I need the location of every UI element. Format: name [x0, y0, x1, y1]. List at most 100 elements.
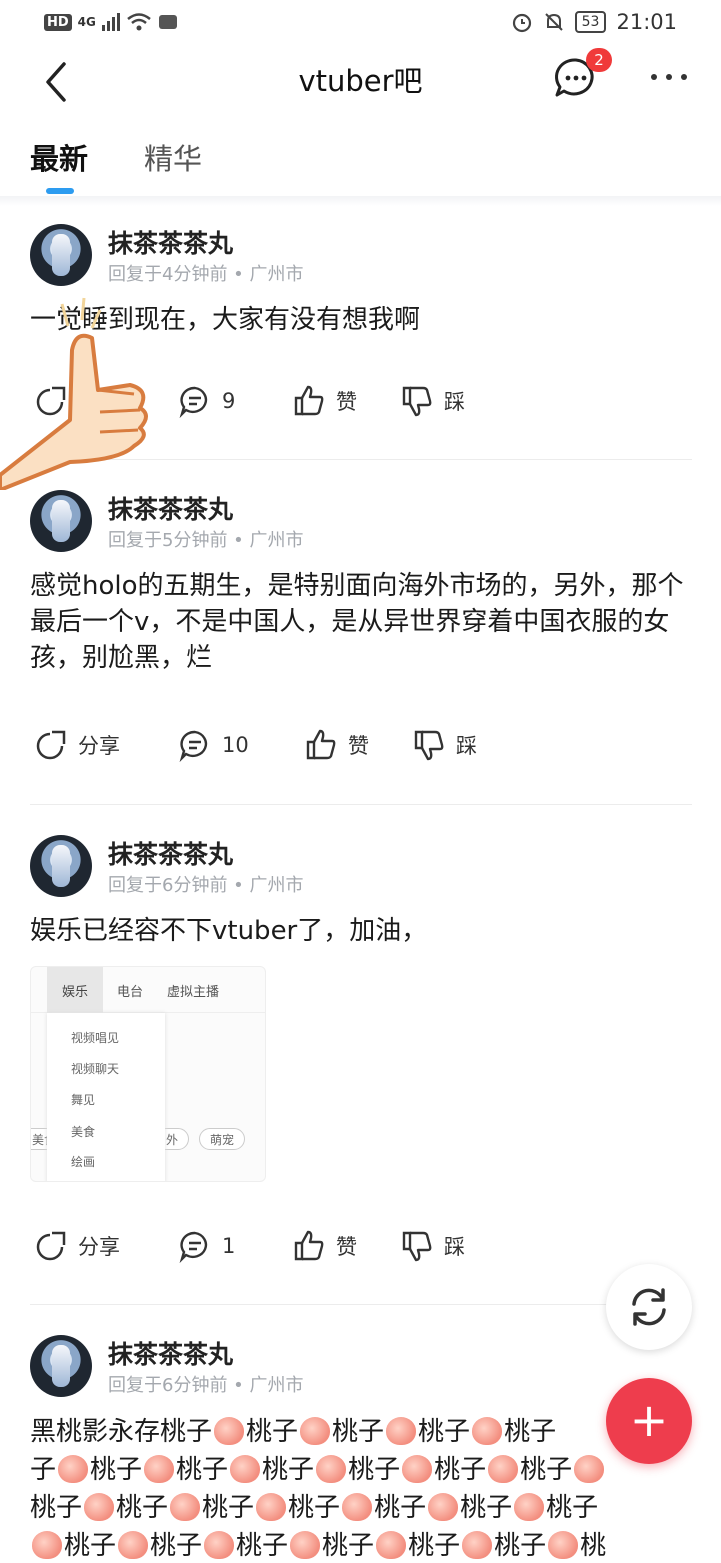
post-text-fragment: 桃子	[494, 1531, 547, 1561]
post-text-fragment: 黑桃影永存桃子	[30, 1417, 213, 1447]
username[interactable]: 抹茶茶茶丸	[108, 224, 233, 260]
mute-bell-icon	[544, 13, 563, 31]
peach-emoji-icon	[574, 1455, 605, 1483]
image-tabs: 娱乐 电台 虚拟主播	[31, 967, 265, 1015]
dislike-button[interactable]: 踩	[400, 384, 465, 418]
status-bar: HD 4G 53 21:01	[0, 0, 721, 50]
post-text-line: 黑桃影永存桃子 桃子 桃子 桃子 桃子	[30, 1413, 698, 1451]
comment-count: 1	[222, 1234, 236, 1258]
avatar[interactable]	[30, 224, 92, 286]
post-text-fragment: 桃子	[176, 1455, 229, 1485]
post-text-line: 子 桃子 桃子 桃子 桃子 桃子 桃子	[30, 1451, 698, 1489]
like-label: 赞	[336, 390, 357, 414]
signal-icon	[101, 13, 120, 31]
image-menu-item: 舞见	[71, 1093, 96, 1107]
peach-emoji-icon	[488, 1455, 519, 1483]
peach-emoji-icon	[300, 1417, 331, 1445]
post-actions: 分享 10 赞 踩	[0, 728, 721, 772]
username[interactable]: 抹茶茶茶丸	[108, 835, 233, 871]
thumbs-up-icon	[306, 729, 336, 760]
post-text-fragment: 子	[30, 1455, 57, 1485]
page-title: vtuber吧	[298, 64, 423, 98]
peach-emoji-icon	[386, 1417, 417, 1445]
post-text: 感觉holo的五期生，是特别面向海外市场的，另外，那个最后一个v，不是中国人，是…	[30, 571, 684, 673]
compose-button[interactable]: +	[606, 1378, 692, 1464]
tab-bar: 最新 精华	[0, 136, 721, 196]
battery-indicator: 53	[574, 11, 607, 33]
comment-button[interactable]: 1	[178, 1229, 235, 1263]
clock: 21:01	[616, 10, 677, 34]
username[interactable]: 抹茶茶茶丸	[108, 490, 233, 526]
more-dots-icon[interactable]	[651, 64, 695, 90]
comment-button[interactable]: 10	[178, 728, 249, 762]
wifi-icon	[127, 13, 151, 31]
like-button[interactable]: 赞	[292, 384, 357, 418]
post-text-fragment: 桃子	[332, 1417, 385, 1447]
peach-emoji-icon	[462, 1531, 493, 1559]
image-tab: 娱乐	[47, 967, 103, 1015]
image-menu-item: 视频聊天	[71, 1062, 120, 1076]
image-menu-item: 绘画	[71, 1155, 96, 1169]
peach-emoji-icon	[84, 1493, 115, 1521]
dislike-label: 踩	[456, 734, 477, 758]
peach-emoji-icon	[214, 1417, 245, 1445]
like-button[interactable]: 赞	[304, 728, 369, 762]
message-badge: 2	[586, 48, 612, 72]
peach-emoji-icon	[118, 1531, 149, 1559]
post-image[interactable]: 娱乐 电台 虚拟主播 美食 外 萌宠 视频唱见 视频聊天 舞见 美食 绘画	[30, 966, 266, 1182]
thumbs-down-icon	[402, 1231, 432, 1262]
share-button[interactable]: 分享	[34, 1229, 120, 1263]
dislike-button[interactable]: 踩	[400, 1229, 465, 1263]
post-actions: 分享 1 赞 踩	[0, 1229, 721, 1273]
status-right: 53 21:01	[511, 10, 677, 34]
alarm-icon	[512, 13, 531, 33]
peach-emoji-icon	[230, 1455, 261, 1483]
image-menu-item: 视频唱见	[71, 1031, 120, 1045]
thumbs-up-animation-icon	[0, 297, 148, 490]
tab-shadow	[0, 196, 721, 206]
avatar[interactable]	[30, 490, 92, 552]
image-tab: 虚拟主播	[167, 985, 220, 1000]
post-text-fragment: 桃子	[418, 1417, 471, 1447]
comment-button[interactable]: 9	[178, 384, 235, 418]
thumbs-down-icon	[402, 386, 432, 417]
post-text-fragment: 桃子	[202, 1493, 255, 1523]
username[interactable]: 抹茶茶茶丸	[108, 1335, 233, 1371]
plus-icon: +	[629, 1393, 669, 1447]
tab-latest[interactable]: 最新	[30, 136, 88, 178]
network-type: 4G	[77, 15, 96, 29]
peach-emoji-icon	[316, 1455, 347, 1483]
post-text-line: 桃子 桃子 桃子 桃子 桃子 桃子 桃子	[30, 1489, 698, 1527]
post-meta: 回复于6分钟前 • 广州市	[108, 875, 304, 896]
image-tab: 电台	[117, 985, 144, 1000]
post-text-fragment: 桃子	[374, 1493, 427, 1523]
share-button[interactable]: 分享	[34, 728, 120, 762]
avatar[interactable]	[30, 1335, 92, 1397]
dislike-button[interactable]: 踩	[412, 728, 477, 762]
comment-icon	[179, 1231, 208, 1263]
image-menu: 视频唱见 视频聊天 舞见 美食 绘画	[47, 1013, 165, 1181]
peach-emoji-icon	[256, 1493, 287, 1521]
divider	[30, 1304, 692, 1305]
avatar[interactable]	[30, 835, 92, 897]
post-text-fragment: 桃子	[90, 1455, 143, 1485]
post-text-fragment: 桃子	[236, 1531, 289, 1561]
like-button[interactable]: 赞	[292, 1229, 357, 1263]
share-label: 分享	[78, 1235, 120, 1259]
peach-emoji-icon	[204, 1531, 235, 1559]
tab-featured[interactable]: 精华	[144, 136, 202, 178]
post-item[interactable]: 抹茶茶茶丸 回复于6分钟前 • 广州市 黑桃影永存桃子 桃子 桃子 桃子 桃子子桃子 桃子…	[0, 1333, 721, 1563]
post-text-fragment: 桃子	[30, 1493, 83, 1523]
peach-emoji-icon	[170, 1493, 201, 1521]
post-text-fragment: 桃	[580, 1531, 607, 1561]
post-meta: 回复于6分钟前 • 广州市	[108, 1375, 304, 1396]
refresh-button[interactable]	[606, 1264, 692, 1350]
post-item[interactable]: 抹茶茶茶丸 回复于5分钟前 • 广州市 感觉holo的五期生，是特别面向海外市场…	[0, 488, 721, 804]
post-meta: 回复于5分钟前 • 广州市	[108, 530, 304, 551]
peach-emoji-icon	[290, 1531, 321, 1559]
divider	[30, 804, 692, 805]
post-text-fragment: 桃子	[434, 1455, 487, 1485]
post-text-fragment: 桃子	[504, 1417, 557, 1447]
share-label: 分享	[78, 734, 120, 758]
like-label: 赞	[336, 1235, 357, 1259]
